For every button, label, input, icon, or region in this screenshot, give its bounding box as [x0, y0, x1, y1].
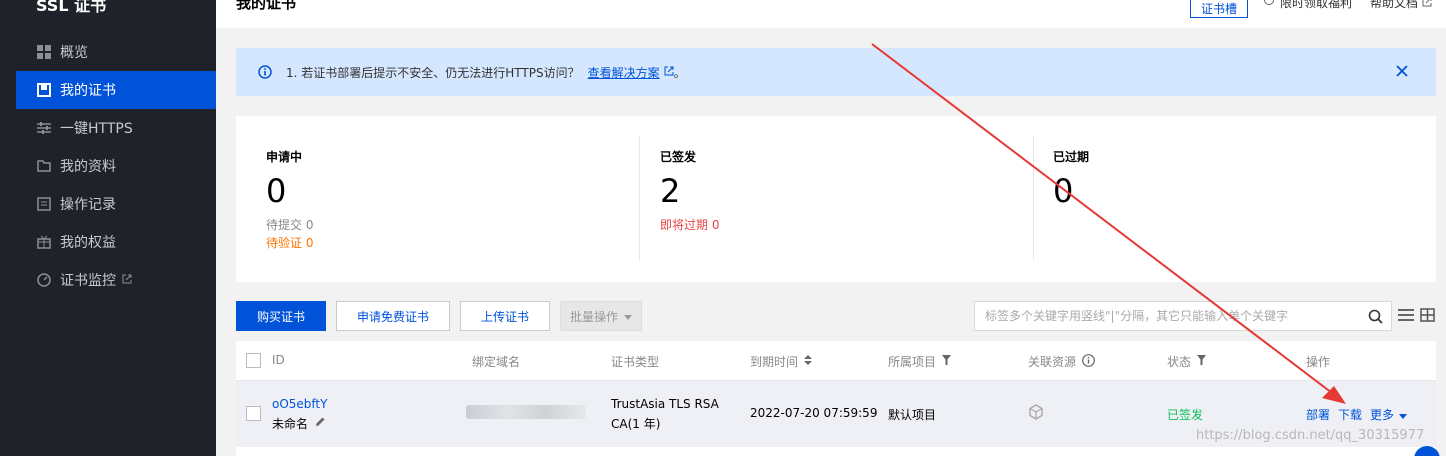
column-header-status[interactable]: 状态: [1167, 353, 1207, 370]
batch-operation-label: 批量操作: [569, 309, 618, 324]
sidebar-item-label: 证书监控: [60, 273, 116, 289]
stats-card: 申请中 0 待提交 0 待验证 0 已签发 2 即将过期 0 已过期 0: [236, 116, 1436, 282]
bound-domain-redacted: [466, 405, 586, 419]
sidebar-item-my-certificates[interactable]: 我的证书: [16, 71, 216, 109]
cert-slot-button[interactable]: 证书槽: [1190, 0, 1248, 18]
filter-icon: [1197, 355, 1207, 368]
column-header-id: ID: [272, 353, 285, 367]
sidebar-item-label: 操作记录: [60, 197, 116, 213]
sidebar: SSL 证书 概览 我的证书 一键HTTPS 我的资料 操作记录 我的权益 证书…: [0, 0, 216, 456]
certificate-icon: [36, 82, 52, 98]
column-header-label: 状态: [1167, 355, 1192, 369]
list-view-icon[interactable]: [1398, 308, 1414, 325]
help-doc-label: 帮助文档: [1370, 0, 1419, 10]
sidebar-item-overview[interactable]: 概览: [16, 33, 216, 71]
edit-icon[interactable]: [314, 416, 326, 431]
sliders-icon: [36, 120, 52, 136]
stat-value: 0: [266, 172, 287, 210]
sidebar-item-label: 我的证书: [60, 83, 116, 99]
notice-banner: 1. 若证书部署后提示不安全、仍无法进行HTTPS访问？ 查看解决方案 。: [236, 48, 1436, 96]
sidebar-item-label: 一键HTTPS: [60, 121, 133, 137]
column-header-label: 到期时间: [750, 355, 799, 369]
column-header-label: 所属项目: [888, 355, 937, 369]
sort-icon: [804, 355, 813, 368]
log-icon: [36, 196, 52, 212]
sidebar-item-my-benefits[interactable]: 我的权益: [16, 223, 216, 261]
certificate-id-link[interactable]: oO5ebftY: [272, 397, 327, 411]
info-icon: [258, 65, 272, 79]
column-header-cert-type: 证书类型: [611, 355, 660, 369]
sidebar-item-operation-log[interactable]: 操作记录: [16, 185, 216, 223]
certificate-name: 未命名: [272, 415, 326, 432]
grid-view-icon[interactable]: [1420, 308, 1435, 325]
notice-text: 1. 若证书部署后提示不安全、仍无法进行HTTPS访问？: [286, 65, 580, 80]
close-icon[interactable]: [1396, 62, 1408, 81]
external-link-icon: [1422, 0, 1432, 10]
column-header-project[interactable]: 所属项目: [888, 353, 952, 370]
page-title: 我的证书: [236, 0, 297, 12]
external-link-icon: [122, 274, 132, 287]
monitor-icon: [36, 272, 52, 288]
certificate-name-label: 未命名: [272, 417, 309, 431]
notice-suffix: 。: [673, 65, 686, 80]
stat-value: 2: [660, 172, 681, 210]
folder-icon: [36, 158, 52, 174]
sidebar-item-cert-monitor[interactable]: 证书监控: [16, 261, 216, 299]
stat-value: 0: [1053, 172, 1074, 210]
help-doc-link[interactable]: 帮助文档: [1370, 0, 1432, 11]
watermark: https://blog.csdn.net/qq_30315977: [1196, 428, 1425, 443]
stat-title: 已过期: [1053, 150, 1090, 164]
batch-operation-dropdown[interactable]: 批量操作: [560, 301, 642, 331]
column-header-actions: 操作: [1306, 355, 1331, 369]
solution-link[interactable]: 查看解决方案: [588, 64, 660, 81]
filter-icon: [942, 355, 952, 368]
column-header-domain: 绑定域名: [472, 355, 521, 369]
grid-icon: [36, 44, 52, 60]
gift-icon: [36, 234, 52, 250]
stat-title: 申请中: [266, 150, 303, 164]
deploy-link[interactable]: 部署: [1306, 406, 1330, 423]
stat-expiring-soon[interactable]: 即将过期 0: [660, 216, 719, 233]
select-all-checkbox[interactable]: [246, 353, 261, 368]
caret-down-icon: [624, 309, 632, 323]
chat-icon: [1262, 0, 1276, 10]
benefit-link-label: 限时领取福利: [1280, 0, 1353, 10]
cert-type-line1: TrustAsia TLS RSA: [611, 397, 719, 411]
row-checkbox[interactable]: [246, 406, 261, 421]
divider: [639, 136, 640, 260]
sidebar-item-label: 我的权益: [60, 235, 116, 251]
search-input[interactable]: [985, 309, 1345, 323]
search-box: [974, 301, 1392, 331]
sidebar-item-label: 我的资料: [60, 159, 116, 175]
external-link-icon: [664, 65, 674, 79]
apply-free-certificate-button[interactable]: 申请免费证书: [336, 301, 450, 331]
benefit-link[interactable]: 限时领取福利: [1262, 0, 1352, 11]
divider: [1033, 136, 1034, 260]
status-badge: 已签发: [1167, 408, 1204, 422]
brand-title: SSL 证书: [36, 0, 107, 15]
column-header-label: 关联资源: [1028, 355, 1077, 369]
stat-pending-submit[interactable]: 待提交 0: [266, 216, 313, 233]
caret-down-icon: [1399, 408, 1408, 422]
cube-icon: [1028, 404, 1044, 423]
sidebar-item-label: 概览: [60, 45, 88, 61]
stat-pending-verify[interactable]: 待验证 0: [266, 234, 313, 251]
column-header-resources: 关联资源: [1028, 353, 1095, 370]
search-icon[interactable]: [1368, 309, 1383, 327]
buy-certificate-button[interactable]: 购买证书: [236, 301, 326, 331]
column-header-expiry[interactable]: 到期时间: [750, 353, 813, 370]
more-dropdown[interactable]: 更多: [1370, 406, 1408, 423]
stat-title: 已签发: [660, 150, 697, 164]
expiry-time: 2022-07-20 07:59:59: [750, 406, 878, 420]
upload-certificate-button[interactable]: 上传证书: [460, 301, 550, 331]
download-link[interactable]: 下载: [1338, 406, 1362, 423]
help-icon[interactable]: [1082, 353, 1095, 370]
sidebar-item-my-profile[interactable]: 我的资料: [16, 147, 216, 185]
page-header: 我的证书 证书槽 限时领取福利 帮助文档: [216, 0, 1446, 28]
project-name: 默认项目: [888, 408, 937, 422]
more-label: 更多: [1370, 408, 1395, 422]
sidebar-item-one-click-https[interactable]: 一键HTTPS: [16, 109, 216, 147]
cert-type-line2: CA(1 年): [611, 417, 661, 431]
table-header: ID 绑定域名 证书类型 到期时间 所属项目 关联资源 状态 操作: [236, 341, 1436, 381]
